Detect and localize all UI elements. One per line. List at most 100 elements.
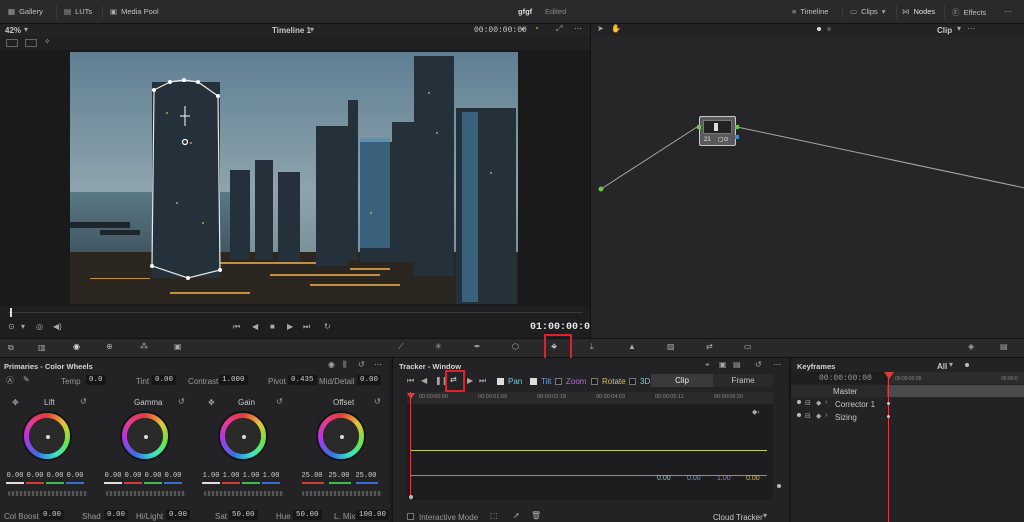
- gain-r[interactable]: 1.00: [222, 472, 240, 480]
- offset-r[interactable]: 25.00: [300, 472, 324, 480]
- blur-icon[interactable]: ▲: [628, 342, 636, 351]
- contrast-value[interactable]: 1.000: [219, 375, 248, 385]
- rotate-checkbox[interactable]: [591, 378, 598, 385]
- gamma-r[interactable]: 0.00: [124, 472, 142, 480]
- auto-balance-icon[interactable]: Ⓐ: [6, 375, 14, 386]
- tracker-type-dropdown[interactable]: Cloud Tracker: [713, 513, 763, 522]
- tracker-icon[interactable]: ⌖: [551, 341, 557, 354]
- 3d-checkbox[interactable]: [629, 378, 636, 385]
- track-forward-reverse-icon[interactable]: ⇄: [450, 375, 457, 384]
- playhead[interactable]: [10, 308, 12, 317]
- expand-dot[interactable]: [797, 400, 801, 404]
- add-point-icon[interactable]: ➚: [513, 511, 520, 520]
- keyframe-mode-icon[interactable]: ◆: [816, 399, 821, 407]
- track-reverse-icon[interactable]: ⏮: [407, 376, 414, 386]
- track-back-icon[interactable]: ◀: [421, 376, 427, 385]
- node-output[interactable]: [735, 125, 739, 129]
- node-input[interactable]: [697, 125, 701, 129]
- bypass-icon[interactable]: ◔: [534, 24, 539, 33]
- reverse-play-icon[interactable]: ◀: [252, 322, 258, 331]
- eyedropper-icon[interactable]: ✎: [23, 375, 30, 384]
- skip-start-icon[interactable]: ⏮: [233, 322, 240, 332]
- chevron-down-icon[interactable]: ▾: [763, 511, 767, 520]
- colboost-value[interactable]: 0.00: [40, 510, 65, 520]
- skip-end-icon[interactable]: ⏭: [303, 322, 310, 332]
- clips-button[interactable]: ▭ Clips ▾: [850, 7, 886, 16]
- delete-point-icon[interactable]: 🗑: [531, 511, 541, 520]
- tracker-graph[interactable]: 00:00:00:00 00:00:01:09 00:00:02:18 00:0…: [407, 392, 773, 500]
- lift-master-wheel[interactable]: [8, 491, 88, 496]
- lmix-value[interactable]: 100.00: [356, 510, 390, 520]
- color-match-icon[interactable]: ▥: [38, 343, 46, 352]
- tracker-mode-icon[interactable]: ⌖: [705, 360, 710, 370]
- viewer-mode-icon[interactable]: ⊙: [8, 322, 15, 331]
- reset-icon[interactable]: ↺: [755, 360, 762, 369]
- keyframe-nav-icon[interactable]: ◆›: [752, 408, 760, 416]
- mode-wheels-icon[interactable]: ◉: [328, 360, 335, 369]
- more-options-icon[interactable]: ⋯: [773, 360, 781, 369]
- fx-icon[interactable]: ▣: [719, 360, 727, 369]
- offset-master-wheel[interactable]: [302, 491, 382, 496]
- tracker-playhead[interactable]: [410, 392, 411, 500]
- mode-bars-icon[interactable]: ⫼: [343, 360, 347, 370]
- pivot-value[interactable]: 0.435: [288, 375, 317, 385]
- shad-value[interactable]: 0.00: [104, 510, 129, 520]
- gain-values[interactable]: 1.00 1.00 1.00 1.00: [202, 472, 280, 480]
- clip-tab[interactable]: Clip: [651, 374, 713, 387]
- magic-wand-icon[interactable]: ✧: [44, 37, 51, 46]
- lift-wheel[interactable]: [22, 411, 72, 461]
- loop-playback-icon[interactable]: ↻: [324, 322, 331, 331]
- more-options-icon[interactable]: ⋯: [1004, 7, 1012, 16]
- track-forward-end-icon[interactable]: ⏭: [479, 376, 486, 386]
- keyframe-mode-icon[interactable]: ◆: [816, 412, 821, 420]
- pan-checkbox[interactable]: [497, 378, 504, 385]
- fullscreen-icon[interactable]: ⤢: [556, 24, 562, 34]
- pointer-icon[interactable]: ➤: [597, 24, 604, 33]
- gain-g[interactable]: 1.00: [242, 472, 260, 480]
- offset-wheel[interactable]: [316, 411, 366, 461]
- page-dot[interactable]: [827, 27, 831, 31]
- qualifier-icon[interactable]: ✒: [474, 342, 481, 351]
- zoom-checkbox[interactable]: [555, 378, 562, 385]
- 3d-icon[interactable]: ▭: [744, 342, 752, 351]
- lift-b[interactable]: 0.00: [66, 472, 84, 480]
- offset-b[interactable]: 25.00: [354, 472, 378, 480]
- wipe-icon[interactable]: [25, 39, 37, 47]
- camera-raw-icon[interactable]: ⧉: [8, 343, 14, 353]
- offset-g[interactable]: 25.00: [327, 472, 351, 480]
- gamma-wheel[interactable]: [120, 411, 170, 461]
- keyframe-playhead[interactable]: [888, 372, 889, 522]
- chevron-down-icon[interactable]: ▾: [310, 25, 314, 34]
- lift-r[interactable]: 0.00: [26, 472, 44, 480]
- scopes-icon[interactable]: ▤: [1000, 342, 1008, 351]
- node-corrector-1[interactable]: 21 ▢⊙: [697, 116, 739, 146]
- scroll-handle[interactable]: [409, 495, 413, 499]
- loop-icon[interactable]: ◎: [36, 322, 43, 331]
- chevron-right-icon[interactable]: ›: [825, 412, 827, 419]
- keyframe-filter[interactable]: All: [937, 362, 947, 371]
- hue-value[interactable]: 50.00: [293, 510, 322, 520]
- master-track[interactable]: [887, 385, 1024, 397]
- reset-icon[interactable]: ↺: [374, 397, 381, 406]
- key-icon[interactable]: ▨: [667, 342, 675, 351]
- chevron-down-icon[interactable]: ▾: [957, 24, 961, 33]
- color-wheels-icon[interactable]: ◉: [73, 342, 80, 351]
- gamma-master-wheel[interactable]: [106, 491, 186, 496]
- reset-icon[interactable]: ↺: [276, 397, 283, 406]
- expand-dot[interactable]: [797, 413, 801, 417]
- vertical-scroll[interactable]: [777, 408, 781, 498]
- more-options-icon[interactable]: ⋯: [574, 24, 582, 33]
- frame-tab[interactable]: Frame: [713, 374, 773, 387]
- gain-wheel[interactable]: [218, 411, 268, 461]
- gain-b[interactable]: 1.00: [262, 472, 280, 480]
- split-icon[interactable]: [6, 39, 18, 47]
- chevron-down-icon[interactable]: ▾: [24, 25, 28, 34]
- viewer-frame[interactable]: [70, 52, 518, 304]
- lift-values[interactable]: 0.00 0.00 0.00 0.00: [6, 472, 84, 480]
- window-icon[interactable]: ⬡: [512, 342, 519, 351]
- scroll-thumb[interactable]: [777, 484, 781, 488]
- reset-icon[interactable]: ↺: [358, 360, 365, 369]
- node-graph[interactable]: 21 ▢⊙: [590, 36, 1024, 338]
- chevron-down-icon[interactable]: ▾: [21, 322, 25, 331]
- stabilizer-icon[interactable]: ▤: [733, 360, 741, 369]
